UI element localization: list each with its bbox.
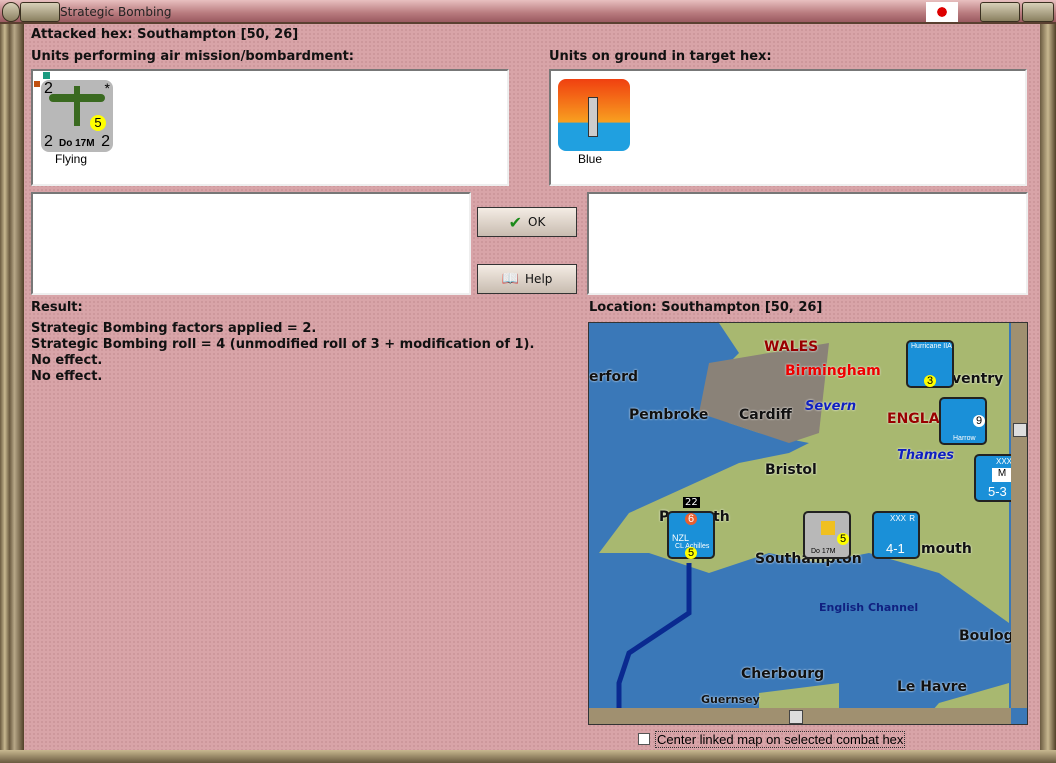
unit-type: M bbox=[992, 468, 1012, 482]
ground-units-list[interactable]: Blue bbox=[549, 69, 1027, 186]
collapse-button[interactable] bbox=[20, 2, 60, 22]
map-label: English Channel bbox=[819, 601, 919, 614]
ground-units-label: Units on ground in target hex: bbox=[549, 49, 772, 64]
result-line: No effect. bbox=[31, 353, 103, 368]
linked-map[interactable]: WALES Birmingham erford Pembroke Cardiff… bbox=[588, 322, 1028, 725]
close-button[interactable] bbox=[1022, 2, 1054, 22]
map-label: Severn bbox=[805, 399, 857, 414]
moves-value: 5 bbox=[90, 115, 106, 131]
map-label: Boulog bbox=[959, 628, 1014, 644]
ok-button[interactable]: ✔ OK bbox=[477, 207, 577, 237]
counter-strength: 5-3 bbox=[988, 484, 1007, 499]
counter-value: 6 bbox=[685, 513, 697, 525]
vertical-scrollbar[interactable] bbox=[1011, 323, 1027, 708]
counter-harrow[interactable]: Harrow 9 bbox=[939, 397, 987, 445]
counter-cl-achilles[interactable]: NZL CL Achilles 5 6 bbox=[667, 511, 715, 559]
counter-name: Harrow bbox=[953, 435, 976, 442]
minimize-button[interactable] bbox=[980, 2, 1020, 22]
status-dot bbox=[34, 81, 40, 87]
unit-counter-do17m[interactable]: 2 * 5 2 Do 17M 2 bbox=[41, 80, 113, 152]
map-label: Le Havre bbox=[897, 679, 967, 695]
result-text: Strategic Bombing factors applied = 2. S… bbox=[31, 321, 534, 385]
counter-hurricane[interactable]: Hurricane IIA 3 bbox=[906, 340, 954, 388]
nation: NZL bbox=[672, 533, 690, 543]
rising-sun-flag-icon bbox=[926, 2, 958, 22]
attacked-hex-label: Attacked hex: Southampton [50, 26] bbox=[31, 27, 299, 42]
counter-infantry-4-1[interactable]: XXX R 4-1 bbox=[872, 511, 920, 559]
map-label: Thames bbox=[897, 448, 954, 463]
counter-value: 3 bbox=[924, 375, 936, 387]
result-line: No effect. bbox=[31, 369, 103, 384]
status-dot bbox=[43, 72, 50, 79]
reserve-flag: R bbox=[909, 514, 915, 523]
map-label: Cherbourg bbox=[741, 666, 825, 682]
unit-status: Flying bbox=[55, 152, 88, 166]
ground-details-box bbox=[587, 192, 1028, 295]
map-label: Bristol bbox=[765, 462, 817, 478]
chimney-icon bbox=[588, 97, 598, 137]
help-button[interactable]: 📖 Help bbox=[477, 264, 577, 294]
bottom-frame bbox=[0, 750, 1056, 763]
scroll-thumb[interactable] bbox=[789, 710, 803, 724]
counter-strength: 4-1 bbox=[886, 541, 905, 556]
map-label: ventry bbox=[952, 371, 1004, 387]
ground-unit-name: Blue bbox=[578, 152, 603, 166]
horizontal-scrollbar[interactable] bbox=[589, 708, 1011, 724]
air-units-list[interactable]: 2 * 5 2 Do 17M 2 Flying bbox=[31, 69, 509, 186]
counter-name: Hurricane IIA bbox=[911, 343, 952, 350]
unit-size: XXX bbox=[996, 457, 1013, 466]
help-book-icon: 📖 bbox=[501, 271, 520, 287]
map-label: ENGLA bbox=[887, 411, 940, 427]
map-label: Pembroke bbox=[629, 407, 709, 423]
plane-fuselage bbox=[74, 86, 80, 126]
result-line: Strategic Bombing roll = 4 (unmodified r… bbox=[31, 337, 535, 352]
mark: * bbox=[104, 80, 110, 96]
counter-value: 5 bbox=[837, 533, 849, 545]
result-label: Result: bbox=[31, 300, 83, 315]
explosion-icon bbox=[821, 521, 835, 535]
map-label: mouth bbox=[921, 541, 972, 557]
center-map-checkbox-label[interactable]: Center linked map on selected combat hex bbox=[655, 731, 906, 748]
defense-value: 2 bbox=[44, 133, 53, 150]
map-label: th bbox=[713, 509, 730, 525]
center-map-checkbox[interactable] bbox=[638, 733, 650, 745]
left-frame bbox=[0, 24, 24, 763]
result-line: Strategic Bombing factors applied = 2. bbox=[31, 321, 317, 336]
counter-value: 5 bbox=[685, 547, 697, 559]
map-label: Guernsey bbox=[701, 693, 760, 706]
factory-blue-icon[interactable] bbox=[558, 79, 630, 151]
map-label: WALES bbox=[764, 339, 819, 355]
right-frame bbox=[1040, 24, 1056, 763]
range-value: 2 bbox=[101, 133, 110, 150]
unit-name: Do 17M bbox=[59, 138, 95, 149]
map-label: Birmingham bbox=[785, 363, 881, 379]
counter-value: 9 bbox=[973, 415, 985, 427]
stack-count: 22 bbox=[683, 497, 700, 508]
air-details-box bbox=[31, 192, 471, 295]
checkmark-icon: ✔ bbox=[508, 212, 523, 232]
counter-do17m[interactable]: Do 17M 5 bbox=[803, 511, 851, 559]
help-label: Help bbox=[525, 272, 553, 286]
menu-icon[interactable] bbox=[2, 2, 20, 22]
title-bar: Strategic Bombing bbox=[0, 0, 1056, 24]
air-units-label: Units performing air mission/bombardment… bbox=[31, 49, 355, 64]
window-title: Strategic Bombing bbox=[60, 5, 172, 19]
ok-label: OK bbox=[528, 215, 546, 229]
map-label: Cardiff bbox=[739, 407, 792, 423]
counter-name: Do 17M bbox=[811, 548, 836, 555]
map-label: erford bbox=[589, 369, 639, 385]
location-label: Location: Southampton [50, 26] bbox=[589, 300, 823, 315]
scroll-thumb[interactable] bbox=[1013, 423, 1027, 437]
unit-size: XXX bbox=[890, 514, 907, 523]
